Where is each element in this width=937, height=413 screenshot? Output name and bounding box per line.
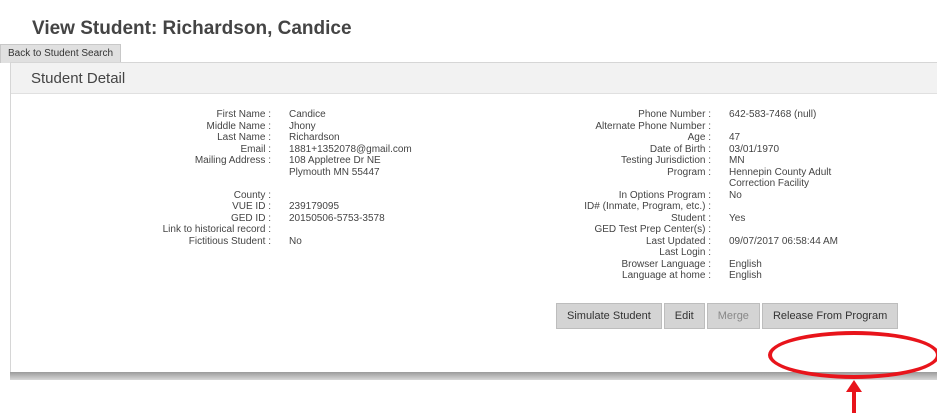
field-row: Mailing Address : 108 Appletree Dr NE [141, 155, 459, 167]
field-label: GED Test Prep Center(s) : [594, 224, 711, 235]
field-value [271, 178, 459, 190]
field-value: No [289, 235, 302, 247]
field-value: Candice [289, 109, 326, 120]
page-header: View Student: Richardson, Candice [0, 0, 937, 44]
release-from-program-button[interactable]: Release From Program [761, 303, 899, 329]
field-row: Last Updated : 09/07/2017 06:58:44 AM [551, 236, 869, 248]
field-row: Student : Yes [551, 213, 869, 225]
field-label: VUE ID : [232, 201, 271, 212]
field-row: Browser Language : English [551, 259, 869, 271]
field-label: ID# (Inmate, Program, etc.) : [584, 201, 711, 212]
field-row: Program : Hennepin County Adult [551, 167, 869, 179]
field-value: 03/01/1970 [729, 143, 780, 155]
field-value: English [729, 258, 762, 270]
field-label: Email : [240, 143, 271, 155]
field-value: MN [729, 155, 745, 166]
field-label: Phone Number : [638, 109, 711, 120]
field-label: Alternate Phone Number : [595, 120, 711, 132]
field-label: Last Updated : [645, 235, 711, 247]
field-value: Correction Facility [729, 178, 810, 189]
field-value: 09/07/2017 06:58:44 AM [729, 235, 838, 247]
field-value [711, 247, 869, 259]
field-label: GED ID : [230, 212, 271, 224]
arrow-shaft [852, 390, 856, 413]
field-row: Last Login : [551, 247, 869, 259]
field-value [711, 224, 869, 236]
field-label: Student : [670, 212, 711, 224]
field-row: Date of Birth : 03/01/1970 [551, 144, 869, 156]
field-label: Testing Jurisdiction : [620, 155, 711, 166]
field-row: Phone Number : 642-583-7468 (null) [551, 109, 869, 121]
field-value: 1881+1352078@gmail.com [289, 143, 412, 155]
field-value [711, 121, 869, 133]
field-label: Language at home : [622, 270, 711, 281]
field-row: Plymouth MN 55447 [141, 167, 459, 179]
field-row: Language at home : English [551, 270, 869, 282]
field-value: Yes [729, 212, 746, 224]
field-row: Correction Facility [551, 178, 869, 190]
field-row: In Options Program : No [551, 190, 869, 202]
field-row: GED ID : 20150506-5753-3578 [141, 213, 459, 225]
merge-button[interactable]: Merge [706, 303, 760, 329]
field-value: 239179095 [289, 201, 340, 212]
field-value [271, 190, 459, 202]
left-field-column: First Name : Candice Middle Name : Jhony L… [141, 109, 459, 247]
field-label: County : [233, 189, 271, 201]
field-value [711, 201, 869, 213]
field-label: Last Name : [217, 132, 271, 143]
field-value: 642-583-7468 (null) [729, 109, 817, 120]
field-label: First Name : [216, 109, 271, 120]
field-value: 108 Appletree Dr NE [289, 155, 381, 166]
field-row: ID# (Inmate, Program, etc.) : [551, 201, 869, 213]
field-row: First Name : Candice [141, 109, 459, 121]
field-label [141, 167, 271, 179]
action-bar: Simulate Student Edit Merge Release From… [556, 303, 900, 329]
field-value: Jhony [289, 120, 316, 132]
simulate-student-button[interactable]: Simulate Student [556, 303, 662, 329]
field-label: Date of Birth : [649, 143, 711, 155]
field-label [141, 178, 271, 190]
field-label [551, 178, 711, 190]
field-row: Alternate Phone Number : [551, 121, 869, 133]
field-row: Fictitious Student : No [141, 236, 459, 248]
panel-title: Student Detail [31, 70, 126, 87]
field-label: Last Login : [659, 247, 711, 258]
field-value: Hennepin County Adult [729, 166, 832, 178]
right-field-column: Phone Number : 642-583-7468 (null) Altern… [551, 109, 869, 282]
field-label: Middle Name : [206, 120, 271, 132]
field-value: Plymouth MN 55447 [289, 166, 380, 178]
historical-record-link[interactable]: Link to historical record : [141, 224, 271, 236]
field-row: GED Test Prep Center(s) : [551, 224, 869, 236]
field-value: 20150506-5753-3578 [289, 212, 385, 224]
field-row: Link to historical record : [141, 224, 459, 236]
highlight-ellipse [768, 331, 937, 379]
field-row: Email : 1881+1352078@gmail.com [141, 144, 459, 156]
field-row: VUE ID : 239179095 [141, 201, 459, 213]
field-label: Mailing Address : [194, 155, 271, 166]
field-value [271, 224, 459, 236]
field-row: Age : 47 [551, 132, 869, 144]
back-to-search-button[interactable]: Back to Student Search [0, 44, 122, 63]
field-value: Richardson [289, 132, 340, 143]
field-value: English [729, 270, 762, 281]
field-label: Browser Language : [621, 258, 711, 270]
field-value: 47 [729, 132, 741, 143]
field-label: Age : [687, 132, 711, 143]
field-label: In Options Program : [618, 189, 711, 201]
field-row: Middle Name : Jhony [141, 121, 459, 133]
field-row [141, 178, 459, 190]
edit-button[interactable]: Edit [663, 303, 705, 329]
field-label: Program : [667, 166, 711, 178]
field-row: County : [141, 190, 459, 202]
field-value: No [729, 189, 742, 201]
page-title: View Student: Richardson, Candice [32, 18, 352, 39]
field-row: Testing Jurisdiction : MN [551, 155, 869, 167]
field-row: Last Name : Richardson [141, 132, 459, 144]
field-label: Fictitious Student : [188, 235, 271, 247]
panel-header: Student Detail [11, 63, 937, 94]
